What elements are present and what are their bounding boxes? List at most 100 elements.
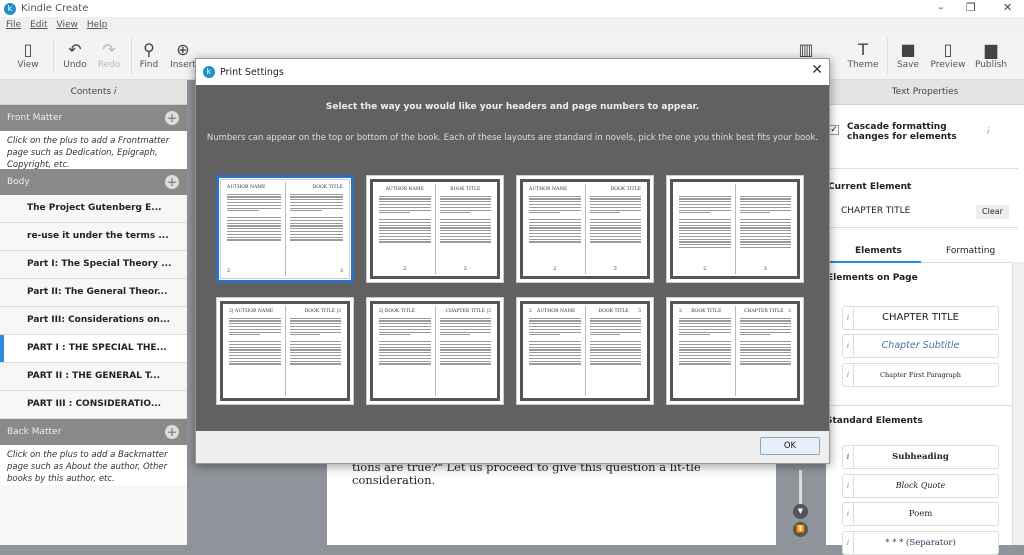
text-line bbox=[379, 352, 431, 354]
contents-item[interactable]: PART II : THE GENERAL T... bbox=[0, 363, 187, 391]
scroll-down-button[interactable]: ▼ bbox=[793, 504, 808, 519]
cascade-checkbox[interactable]: ✓ bbox=[829, 125, 839, 135]
text-line bbox=[679, 227, 731, 229]
front-matter-hint: Click on the plus to add a Frontmatter p… bbox=[0, 131, 187, 170]
current-element-label: Current Element bbox=[828, 182, 912, 192]
text-line bbox=[379, 195, 431, 197]
menu-edit[interactable]: Edit bbox=[30, 20, 47, 30]
text-line bbox=[289, 346, 341, 348]
properties-scrollbar[interactable] bbox=[1012, 262, 1024, 545]
text-line bbox=[227, 219, 281, 222]
text-line bbox=[379, 325, 431, 328]
text-line bbox=[679, 341, 731, 343]
text-line bbox=[379, 343, 431, 346]
layout-option[interactable]: 2 BOOK TITLE CHAPTER TITLE 3 bbox=[666, 297, 804, 405]
text-line bbox=[227, 222, 281, 224]
publish-button[interactable]: ▆ Publish bbox=[971, 40, 1011, 70]
text-line bbox=[739, 203, 791, 206]
add-body-button[interactable]: + bbox=[165, 175, 179, 189]
text-line bbox=[439, 343, 491, 346]
text-line bbox=[679, 346, 731, 348]
redo-icon: ↷ bbox=[102, 40, 116, 59]
layout-option[interactable]: AUTHOR NAME 2 BOOK TITLE 3 bbox=[516, 175, 654, 283]
text-line bbox=[529, 221, 581, 224]
text-line bbox=[379, 224, 431, 226]
element-poem[interactable]: i Poem bbox=[842, 502, 999, 526]
menu-file[interactable]: File bbox=[6, 20, 21, 30]
contents-item[interactable]: Part II: The General Theor... bbox=[0, 279, 187, 307]
text-line bbox=[379, 341, 431, 343]
right-page: BOOK TITLE 3 bbox=[584, 184, 646, 274]
element-chapter-subtitle[interactable]: i Chapter Subtitle bbox=[842, 334, 999, 358]
contents-item[interactable]: The Project Gutenberg E... bbox=[0, 195, 187, 223]
text-line bbox=[739, 198, 791, 200]
right-page: BOOK TITLE 3 bbox=[584, 306, 646, 396]
close-window-button[interactable]: ✕ bbox=[1003, 1, 1012, 14]
layout-option[interactable]: 2 AUTHOR NAME BOOK TITLE 3 bbox=[516, 297, 654, 405]
contents-item[interactable]: PART I : THE SPECIAL THE... bbox=[0, 335, 187, 363]
element-chapter-first-paragraph[interactable]: i Chapter First Paragraph bbox=[842, 363, 999, 387]
add-frontmatter-button[interactable]: + bbox=[165, 111, 179, 125]
left-page: 2 AUTHOR NAME bbox=[525, 306, 585, 396]
preview-button[interactable]: ▯ Preview bbox=[928, 40, 968, 70]
text-line bbox=[739, 206, 791, 208]
maximize-button[interactable]: ❐ bbox=[966, 1, 976, 14]
element-separator[interactable]: i * * * (Separator) bbox=[842, 531, 999, 555]
text-line bbox=[379, 235, 431, 237]
text-line bbox=[529, 320, 581, 322]
view-icon: ▯ bbox=[23, 40, 33, 59]
theme-button[interactable]: T Theme bbox=[843, 40, 883, 70]
element-chapter-title[interactable]: i CHAPTER TITLE bbox=[842, 306, 999, 330]
contents-item[interactable]: re-use it under the terms ... bbox=[0, 223, 187, 251]
info-icon[interactable]: i bbox=[987, 127, 990, 137]
layout-option[interactable]: 23 bbox=[666, 175, 804, 283]
text-line bbox=[740, 335, 792, 339]
layout-option[interactable]: 2| AUTHOR NAME BOOK TITLE |3 bbox=[216, 297, 354, 405]
layout-option[interactable]: 2| BOOK TITLE CHAPTER TITLE |3 bbox=[366, 297, 504, 405]
tab-formatting[interactable]: Formatting bbox=[946, 246, 995, 256]
text-line bbox=[229, 346, 281, 348]
contents-item[interactable]: Part III: Considerations on... bbox=[0, 307, 187, 335]
layout-text: CHAPTER TITLE bbox=[743, 309, 784, 314]
info-icon[interactable]: i bbox=[114, 87, 117, 97]
contents-item[interactable]: Part I: The Special Theory ... bbox=[0, 251, 187, 279]
element-subheading[interactable]: i Subheading bbox=[842, 445, 999, 469]
menu-view[interactable]: View bbox=[57, 20, 78, 30]
redo-button[interactable]: ↷ Redo bbox=[89, 40, 129, 70]
clear-button[interactable]: Clear bbox=[976, 205, 1009, 219]
view-button[interactable]: ▯ View bbox=[8, 40, 48, 70]
layout-option[interactable]: AUTHOR NAME 2 BOOK TITLE 3 bbox=[216, 175, 354, 283]
elements-on-page-label: Elements on Page bbox=[827, 273, 918, 283]
add-backmatter-button[interactable]: + bbox=[165, 425, 179, 439]
scroll-end-button[interactable]: ⏬ bbox=[793, 522, 808, 537]
settings-button[interactable]: ▥ bbox=[786, 40, 826, 60]
close-icon[interactable]: ✕ bbox=[811, 62, 823, 78]
element-block-quote[interactable]: i Block Quote bbox=[842, 474, 999, 498]
text-line bbox=[739, 238, 791, 240]
tab-elements[interactable]: Elements bbox=[855, 246, 902, 256]
text-line bbox=[739, 363, 791, 365]
text-line bbox=[529, 241, 581, 243]
text-line bbox=[439, 241, 491, 243]
text-line bbox=[679, 363, 731, 365]
layout-option[interactable]: AUTHOR NAME 2 BOOK TITLE 3 bbox=[366, 175, 504, 283]
text-line bbox=[679, 352, 731, 354]
info-icon[interactable]: i bbox=[906, 183, 909, 193]
text-line bbox=[227, 196, 281, 198]
text-line bbox=[589, 198, 641, 200]
text-line bbox=[229, 335, 281, 339]
divider bbox=[830, 227, 1018, 228]
contents-item[interactable]: PART III : CONSIDERATIO... bbox=[0, 391, 187, 419]
menu-help[interactable]: Help bbox=[87, 20, 108, 30]
text-line bbox=[739, 320, 791, 322]
ok-button[interactable]: OK bbox=[760, 437, 820, 455]
save-button[interactable]: ■ Save bbox=[888, 40, 928, 70]
theme-icon: T bbox=[858, 40, 868, 59]
text-line bbox=[529, 195, 581, 197]
layout-text: BOOK TITLE bbox=[450, 187, 481, 192]
minimize-button[interactable]: – bbox=[938, 1, 944, 14]
text-line bbox=[439, 232, 491, 235]
document-text[interactable]: tions are true?" Let us proceed to give … bbox=[352, 461, 732, 487]
text-line bbox=[227, 236, 281, 238]
layout-text: BOOK TITLE bbox=[691, 309, 722, 314]
